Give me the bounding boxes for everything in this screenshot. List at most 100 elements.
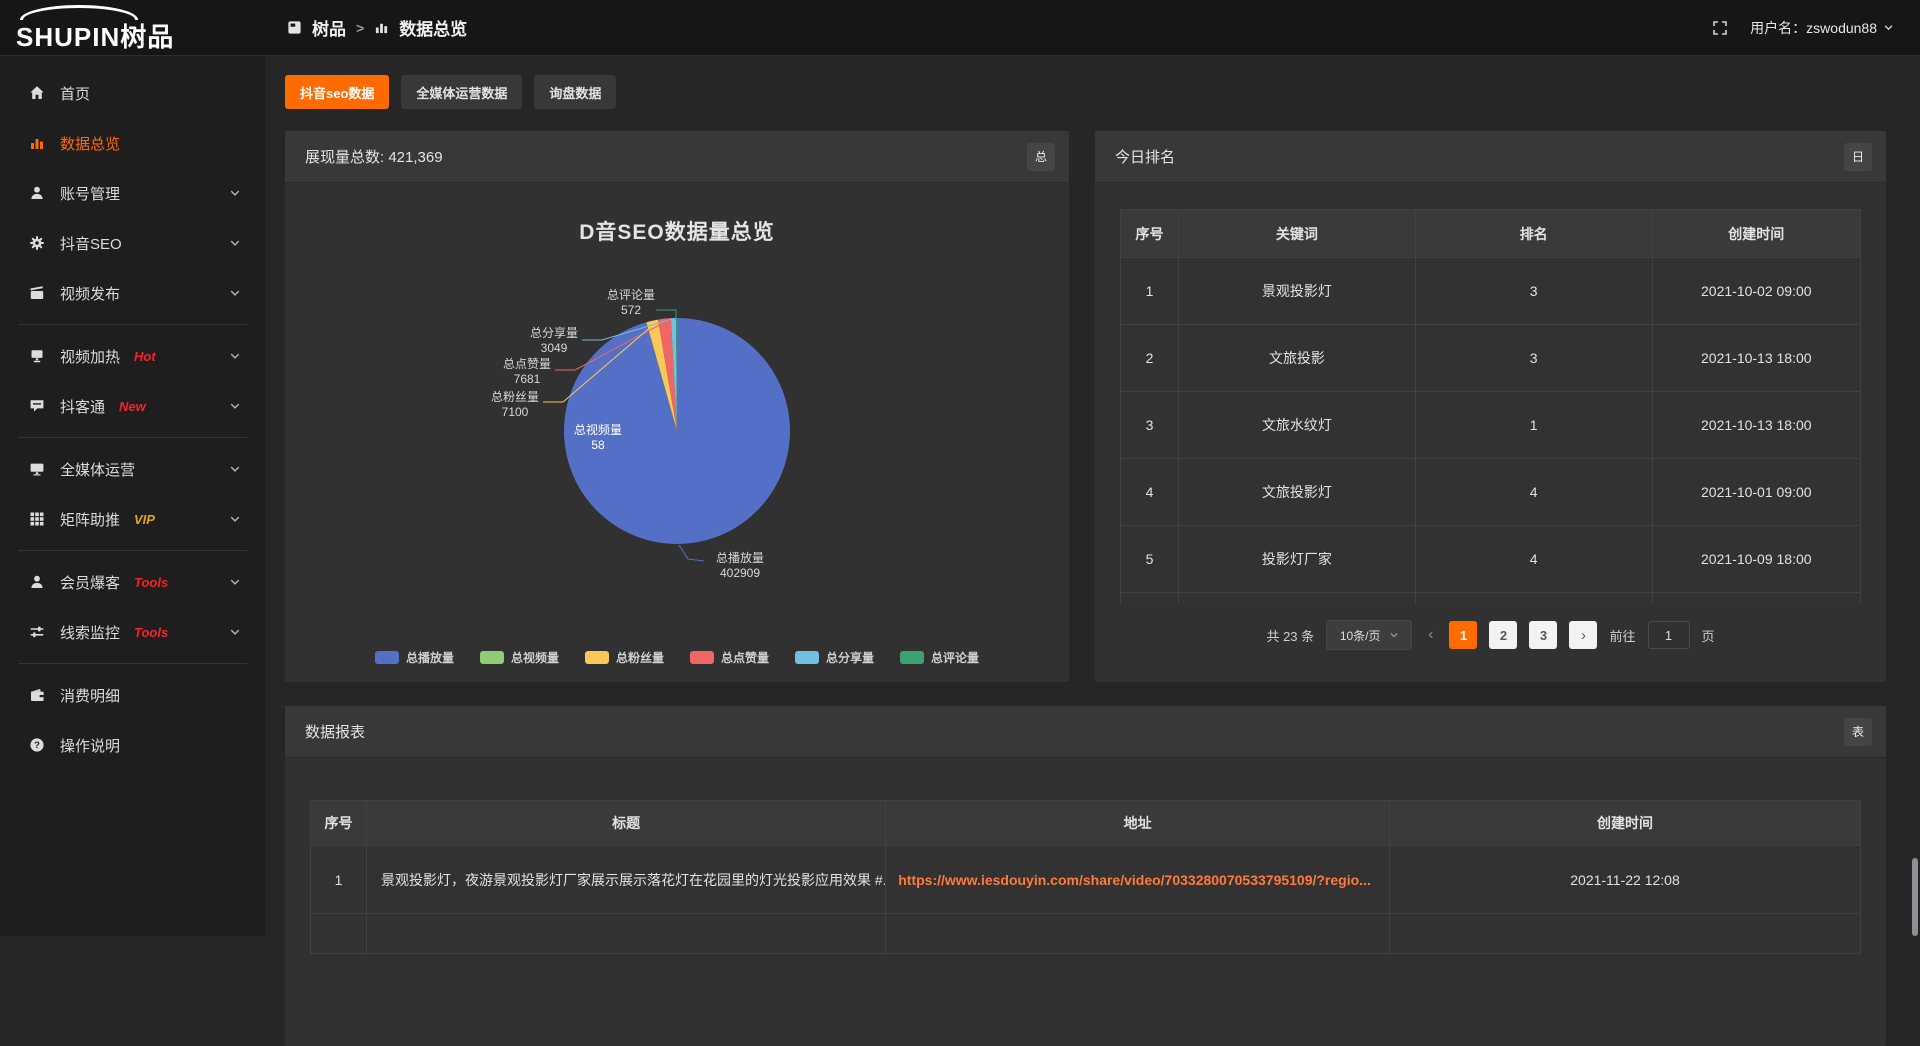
table-row: 1 景观投影灯，夜游景观投影灯厂家展示展示落花灯在花园里的灯光投影应用效果 #.… — [311, 846, 1861, 914]
chevron-down-icon — [1389, 630, 1399, 640]
report-table: 序号 标题 地址 创建时间 1 景观投影灯，夜游景观投影灯厂家展示展示落花灯在花… — [310, 800, 1861, 954]
tab-douyin-seo-data[interactable]: 抖音seo数据 — [285, 75, 389, 109]
sidebar-item-label: 视频发布 — [60, 283, 120, 304]
total-count-label: 共 23 条 — [1266, 626, 1314, 645]
video-link[interactable]: https://www.iesdouyin.com/share/video/70… — [886, 846, 1390, 914]
chevron-down-icon — [229, 187, 241, 199]
next-page-button[interactable]: › — [1569, 621, 1597, 649]
data-report-panel: 数据报表 表 序号 标题 地址 创建时间 1 景观投影灯，夜游景观投影灯厂家展示… — [285, 706, 1886, 1046]
col-keyword: 关键词 — [1179, 210, 1416, 258]
wallet-icon — [28, 687, 45, 703]
sidebar-item-label: 数据总览 — [60, 133, 120, 154]
sidebar-item-omni-media[interactable]: 全媒体运营 — [0, 444, 265, 494]
legend-chip — [480, 651, 504, 664]
page-size-select[interactable]: 10条/页 — [1326, 620, 1412, 650]
table-view-button[interactable]: 表 — [1844, 718, 1872, 746]
table-row-clipped — [1121, 593, 1861, 605]
table-row: 4文旅投影灯42021-10-01 09:00 — [1121, 459, 1861, 526]
clapperboard-icon — [28, 285, 45, 301]
total-view-button[interactable]: 总 — [1027, 143, 1055, 171]
sidebar-item-douyin-seo[interactable]: 抖音SEO — [0, 218, 265, 268]
chart-legend: 总播放量 总视频量 总粉丝量 总点赞量 总分享量 总评论量 — [285, 649, 1069, 666]
chat-icon — [28, 398, 45, 414]
today-ranking-panel: 今日排名 日 序号 关键词 排名 创建时间 1景观投影灯32021-10-02 … — [1095, 131, 1886, 682]
sidebar-item-label: 消费明细 — [60, 685, 120, 706]
prev-page-button[interactable]: ‹ — [1424, 626, 1437, 644]
tab-inquiry-data[interactable]: 询盘数据 — [534, 75, 616, 109]
user-icon — [28, 185, 45, 201]
sidebar-item-member-burst[interactable]: 会员爆客 Tools — [0, 557, 265, 607]
col-rank: 排名 — [1415, 210, 1652, 258]
sidebar-item-label: 操作说明 — [60, 735, 120, 756]
sidebar-item-lead-monitor[interactable]: 线索监控 Tools — [0, 607, 265, 657]
legend-item-likes[interactable]: 总点赞量 — [690, 649, 769, 666]
sidebar-item-label: 抖客通 — [60, 396, 105, 417]
new-badge: New — [119, 399, 146, 414]
user-menu[interactable]: 用户名：zswodun88 — [1750, 18, 1894, 38]
logo-arc — [20, 5, 138, 20]
legend-item-videos[interactable]: 总视频量 — [480, 649, 559, 666]
ranking-table: 序号 关键词 排名 创建时间 1景观投影灯32021-10-02 09:00 2… — [1120, 209, 1861, 604]
legend-item-plays[interactable]: 总播放量 — [375, 649, 454, 666]
sidebar-item-spend-detail[interactable]: 消费明细 — [0, 670, 265, 720]
sidebar-item-data-overview[interactable]: 数据总览 — [0, 118, 265, 168]
legend-item-fans[interactable]: 总粉丝量 — [585, 649, 664, 666]
tab-omni-media-data[interactable]: 全媒体运营数据 — [401, 75, 522, 109]
sidebar-item-account[interactable]: 账号管理 — [0, 168, 265, 218]
ranking-title: 今日排名 — [1115, 146, 1175, 167]
breadcrumb: 树品 > 数据总览 — [265, 15, 467, 40]
question-icon: ? — [28, 737, 45, 753]
goto-page-input[interactable] — [1648, 621, 1690, 649]
legend-chip — [900, 651, 924, 664]
svg-text:?: ? — [34, 740, 40, 751]
seo-chart-panel: 展现量总数: 421,369 总 D音SEO数据量总览 总评论量 — [285, 131, 1069, 682]
legend-item-shares[interactable]: 总分享量 — [795, 649, 874, 666]
chart-title: D音SEO数据量总览 — [285, 216, 1069, 246]
sidebar-item-instructions[interactable]: ? 操作说明 — [0, 720, 265, 770]
sidebar-item-doukotong[interactable]: 抖客通 New — [0, 381, 265, 431]
member-icon — [28, 574, 45, 590]
logo-text: SHUPIN树品 — [16, 24, 174, 50]
report-panel-header: 数据报表 表 — [285, 706, 1886, 758]
breadcrumb-current[interactable]: 数据总览 — [399, 15, 467, 40]
pie-label-likes: 总点赞量 7681 — [503, 357, 551, 387]
sidebar-item-home[interactable]: 首页 — [0, 68, 265, 118]
top-bar: SHUPIN树品 树品 > 数据总览 用户名：zswodun88 — [0, 0, 1920, 56]
col-title: 标题 — [367, 801, 886, 846]
sidebar-item-label: 视频加热 — [60, 346, 120, 367]
pie-label-plays: 总播放量 402909 — [716, 551, 764, 581]
grid-icon — [28, 511, 45, 527]
page-button-2[interactable]: 2 — [1489, 621, 1517, 649]
sidebar-divider — [18, 324, 247, 325]
ranking-panel-header: 今日排名 日 — [1095, 131, 1886, 183]
sidebar-item-video-heat[interactable]: 视频加热 Hot — [0, 331, 265, 381]
sidebar-item-matrix-boost[interactable]: 矩阵助推 VIP — [0, 494, 265, 544]
breadcrumb-root[interactable]: 树品 — [312, 15, 346, 40]
logo-en: SHUPIN — [16, 22, 120, 52]
page-button-1[interactable]: 1 — [1449, 621, 1477, 649]
legend-chip — [795, 651, 819, 664]
sidebar-divider — [18, 550, 247, 551]
fullscreen-icon[interactable] — [1712, 20, 1728, 36]
chevron-down-icon — [1883, 22, 1894, 33]
goto-label: 前往 — [1609, 626, 1635, 645]
chevron-down-icon — [229, 513, 241, 525]
pie-label-comments: 总评论量 572 — [607, 288, 655, 318]
sidebar-item-label: 首页 — [60, 83, 90, 104]
bar-chart-icon — [374, 20, 389, 35]
legend-chip — [585, 651, 609, 664]
chevron-down-icon — [229, 576, 241, 588]
pie-chart: D音SEO数据量总览 总评论量 572 总分享量 3049 总点赞量 7681 … — [285, 183, 1069, 682]
sidebar-item-video-publish[interactable]: 视频发布 — [0, 268, 265, 318]
chevron-down-icon — [229, 287, 241, 299]
table-row: 5投影灯厂家42021-10-09 18:00 — [1121, 526, 1861, 593]
dashboard-icon — [287, 20, 302, 35]
gear-icon — [28, 235, 45, 251]
legend-item-comments[interactable]: 总评论量 — [900, 649, 979, 666]
home-icon — [28, 85, 45, 101]
sidebar-item-label: 线索监控 — [60, 622, 120, 643]
page-scrollbar-thumb[interactable] — [1912, 858, 1918, 936]
page-button-3[interactable]: 3 — [1529, 621, 1557, 649]
sidebar-item-label: 全媒体运营 — [60, 459, 135, 480]
day-view-button[interactable]: 日 — [1844, 143, 1872, 171]
